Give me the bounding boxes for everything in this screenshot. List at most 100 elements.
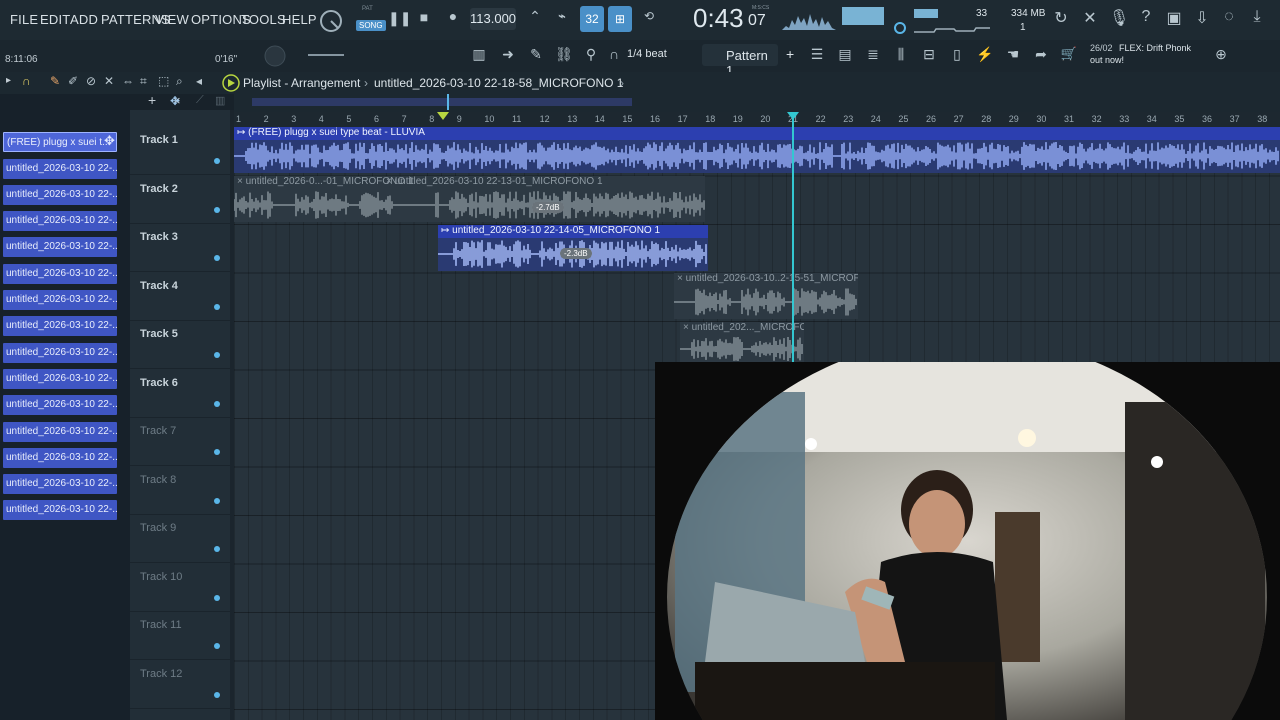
time-format-label[interactable]: M:S:CS bbox=[752, 5, 769, 11]
track-header[interactable]: Track 1 bbox=[130, 127, 230, 175]
stop-icon[interactable]: ■ bbox=[416, 9, 432, 25]
track-header[interactable]: Track 6 bbox=[130, 370, 230, 418]
touch-keyboard-icon[interactable]: ☚ bbox=[1002, 46, 1024, 63]
loop-start-marker-icon[interactable] bbox=[437, 112, 449, 120]
playlist-menu-arrow-icon[interactable]: ▸ bbox=[6, 75, 11, 86]
arrow-right-icon[interactable]: ➜ bbox=[497, 46, 519, 63]
clip-source-item[interactable]: untitled_2026-03-10 22-... bbox=[3, 290, 117, 310]
menu-file[interactable]: FILE bbox=[10, 12, 38, 27]
clip-move-icon[interactable]: ✥ bbox=[104, 133, 115, 149]
news-headline[interactable]: FLEX: Drift Phonk bbox=[1119, 43, 1191, 53]
track-mute-indicator[interactable] bbox=[214, 595, 220, 601]
song-mode-button[interactable]: SONG bbox=[356, 20, 386, 31]
clip-volume-badge[interactable]: -2.7dB bbox=[532, 202, 564, 213]
clip-source-item[interactable]: untitled_2026-03-10 22-... bbox=[3, 159, 117, 179]
add-track-button[interactable]: + bbox=[148, 92, 156, 108]
loop-record-icon[interactable]: ⟲ bbox=[638, 9, 660, 23]
audio-clip-vocal[interactable]: × untitled_2026-0...-01_MICROFONO 1 × un… bbox=[234, 176, 705, 222]
audio-clip-beat[interactable]: ↦ (FREE) plugg x suei type beat - LLUVIA bbox=[234, 127, 1280, 173]
breadcrumb-clip[interactable]: untitled_2026-03-10 22-18-58_MICROFONO 1 bbox=[374, 76, 623, 90]
metronome-icon[interactable]: ⌃ bbox=[525, 8, 545, 25]
track-mute-indicator[interactable] bbox=[214, 546, 220, 552]
export-icon[interactable]: ⇩ bbox=[1193, 8, 1211, 28]
help-icon[interactable]: ? bbox=[1137, 8, 1155, 26]
track-header[interactable]: Track 7 bbox=[130, 418, 230, 466]
track-header[interactable]: Track 5 bbox=[130, 321, 230, 369]
share-icon[interactable]: ➦ bbox=[1030, 46, 1052, 63]
track-mute-indicator[interactable] bbox=[214, 255, 220, 261]
globe-icon[interactable]: ⊕ bbox=[1212, 46, 1230, 63]
audio-clip-vocal-selected[interactable]: ↦ untitled_2026-03-10 22-14-05_MICROFONO… bbox=[438, 225, 708, 271]
pitch-wheel-knob-icon[interactable] bbox=[262, 44, 288, 68]
track-header[interactable]: Track 4 bbox=[130, 273, 230, 321]
menu-help[interactable]: HELP bbox=[282, 12, 317, 27]
menu-add[interactable]: ADD bbox=[70, 12, 98, 27]
track-mute-indicator[interactable] bbox=[214, 304, 220, 310]
pattern-selector[interactable]: Pattern 1 bbox=[702, 44, 778, 78]
channel-rack-icon[interactable]: ≣ bbox=[862, 46, 884, 63]
blend-notes-button[interactable]: ⊞ bbox=[608, 6, 632, 32]
select-tool-icon[interactable]: ⬚ bbox=[158, 74, 169, 88]
link-icon[interactable]: ⛓ bbox=[553, 46, 575, 63]
magnet-snap-icon[interactable]: ∩ bbox=[22, 74, 31, 88]
magnet-icon[interactable]: ∩ bbox=[606, 46, 622, 62]
pause-icon[interactable]: ❚❚ bbox=[388, 10, 411, 27]
pat-mode-label[interactable]: PAT bbox=[362, 6, 373, 12]
master-volume-knob-icon[interactable] bbox=[318, 8, 344, 34]
draw-tool-icon[interactable]: ✎ bbox=[50, 74, 60, 88]
track-header[interactable]: Track 3 bbox=[130, 224, 230, 272]
tempo-display[interactable]: 113.000 bbox=[470, 8, 516, 30]
stamp-icon[interactable]: ⚲ bbox=[580, 46, 602, 63]
track-mute-indicator[interactable] bbox=[214, 158, 220, 164]
chat-icon[interactable]: ◌ bbox=[1220, 8, 1238, 26]
plugin-icon[interactable]: ⚡ bbox=[974, 46, 996, 63]
microphone-icon[interactable]: 🎙 bbox=[1109, 8, 1129, 28]
master-pitch-slider[interactable] bbox=[308, 54, 344, 56]
pencil-icon[interactable]: ✎ bbox=[525, 46, 547, 63]
add-pattern-button[interactable]: + bbox=[786, 46, 794, 62]
track-header[interactable]: Track 11 bbox=[130, 612, 230, 660]
snap-selector[interactable]: 1/4 beat bbox=[627, 48, 667, 60]
step-sequencer-icon[interactable]: ▤ bbox=[834, 46, 856, 63]
save-icon[interactable]: ▣ bbox=[1165, 8, 1183, 28]
track-header[interactable]: Track 8 bbox=[130, 467, 230, 515]
clip-source-item[interactable]: untitled_2026-03-10 22-... bbox=[3, 185, 117, 205]
clip-source-item[interactable]: untitled_2026-03-10 22-... bbox=[3, 448, 117, 468]
clip-source-item[interactable]: untitled_2026-03-10 22-... bbox=[3, 211, 117, 231]
clip-source-item[interactable]: untitled_2026-03-10 22-... bbox=[3, 474, 117, 494]
track-header[interactable]: Track 10 bbox=[130, 564, 230, 612]
clip-source-item[interactable]: untitled_2026-03-10 22-... bbox=[3, 264, 117, 284]
slice-tool-icon[interactable]: ⌗ bbox=[140, 74, 147, 89]
arrangement-overview[interactable] bbox=[234, 94, 1280, 112]
cart-icon[interactable]: 🛒 bbox=[1060, 46, 1078, 62]
panic-icon[interactable]: ✕ bbox=[1081, 8, 1099, 28]
track-header[interactable]: Track 2 bbox=[130, 176, 230, 224]
track-mute-indicator[interactable] bbox=[214, 352, 220, 358]
pitch-knob-icon[interactable] bbox=[892, 20, 908, 36]
piano-roll-icon[interactable]: ▥ bbox=[468, 46, 490, 63]
track-mute-indicator[interactable] bbox=[214, 692, 220, 698]
step-edit-button[interactable]: 32 bbox=[580, 6, 604, 32]
mute-tool-icon[interactable]: ✕ bbox=[104, 74, 114, 88]
track-resize-icon[interactable]: ✥ bbox=[170, 94, 180, 108]
browser-icon[interactable]: ⊟ bbox=[918, 46, 940, 63]
paint-tool-icon[interactable]: ✐ bbox=[68, 74, 78, 88]
link-track-icon[interactable]: ⟋ bbox=[196, 94, 204, 107]
track-mute-indicator[interactable] bbox=[214, 498, 220, 504]
track-header[interactable]: Track 12 bbox=[130, 661, 230, 709]
track-mute-indicator[interactable] bbox=[214, 401, 220, 407]
news-headline-line2[interactable]: out now! bbox=[1090, 55, 1124, 65]
song-time-display[interactable]: 0:43 bbox=[693, 3, 744, 34]
record-icon[interactable]: ● bbox=[445, 8, 461, 24]
clip-source-item[interactable]: untitled_2026-03-10 22-... bbox=[3, 422, 117, 442]
track-mute-indicator[interactable] bbox=[214, 207, 220, 213]
undo-history-icon[interactable]: ↻ bbox=[1052, 8, 1070, 28]
zoom-tool-icon[interactable]: ⌕ bbox=[176, 74, 183, 89]
clip-source-item[interactable]: untitled_2026-03-10 22-... bbox=[3, 395, 117, 415]
clip-source-item[interactable]: untitled_2026-03-10 22-... bbox=[3, 369, 117, 389]
clip-source-item[interactable]: untitled_2026-03-10 22-... bbox=[3, 500, 117, 520]
playlist-icon[interactable]: ☰ bbox=[806, 46, 828, 63]
fit-view-icon[interactable]: ▥ bbox=[215, 94, 225, 107]
audio-clip-vocal[interactable]: × untitled_2026-03-10..2-15-51_MICROFONO… bbox=[674, 273, 858, 319]
playback-tool-icon[interactable]: ◂ bbox=[196, 74, 202, 88]
